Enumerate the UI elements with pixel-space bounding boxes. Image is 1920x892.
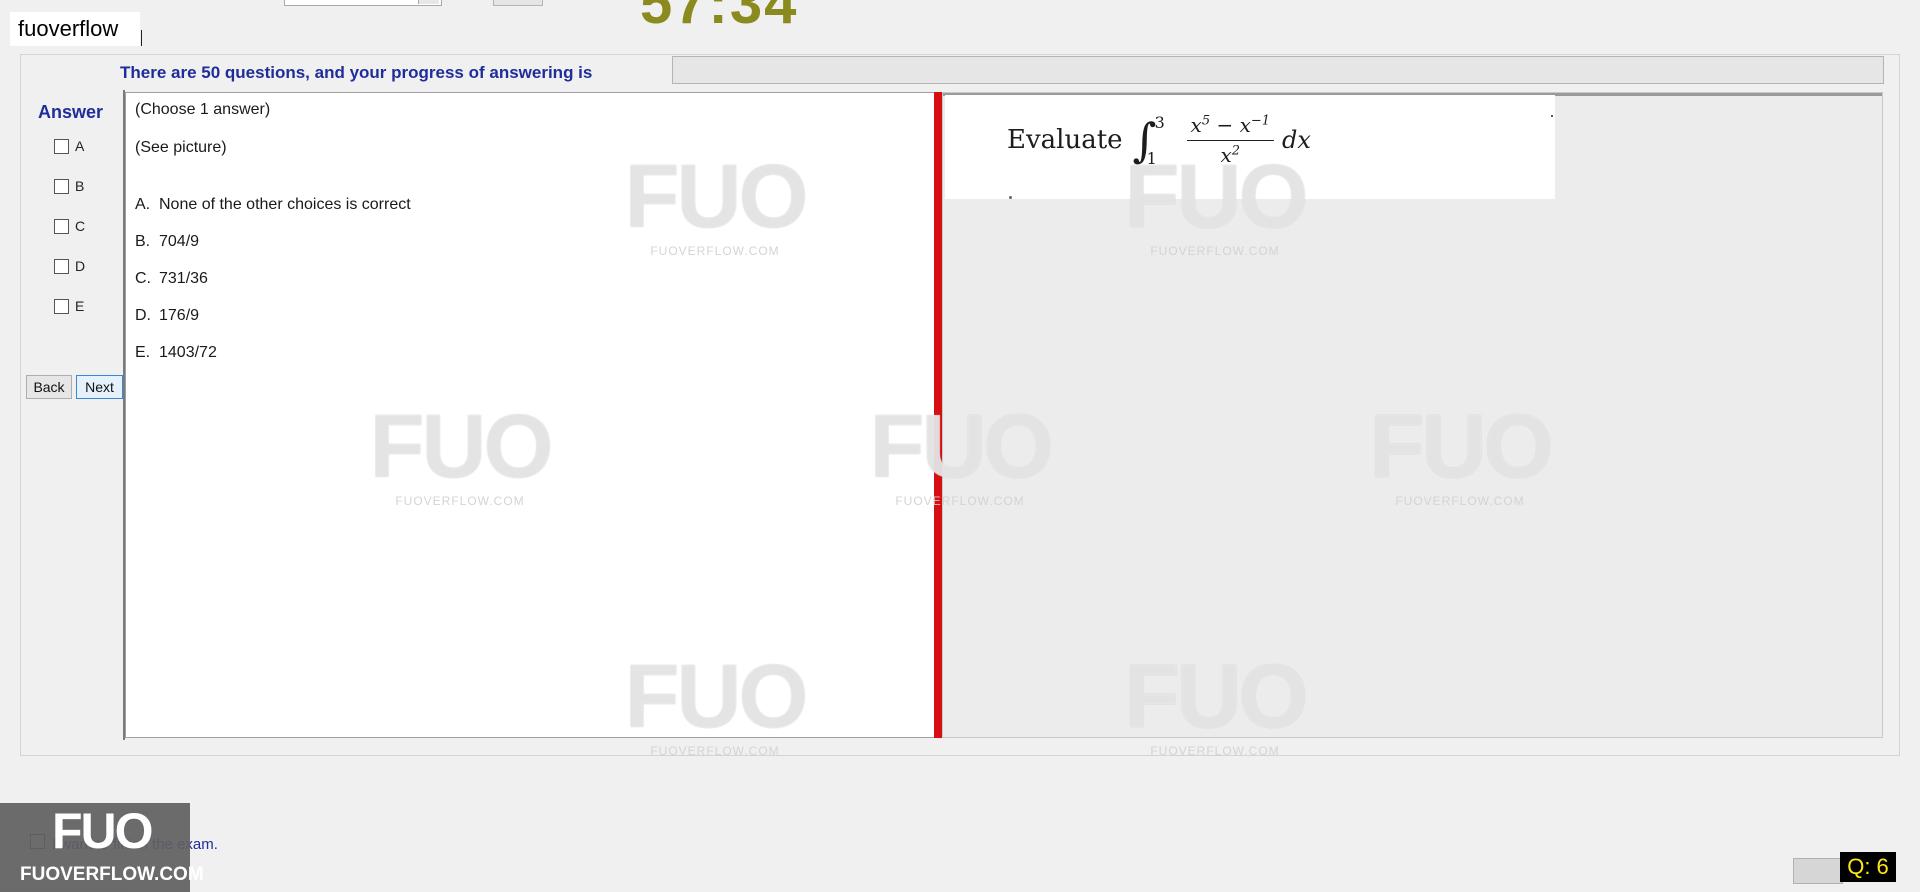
next-button[interactable]: Next	[76, 375, 123, 399]
checkbox[interactable]	[54, 178, 69, 194]
differential: dx	[1282, 126, 1311, 154]
option-letter: E.	[135, 344, 151, 361]
top-combobox-dropdown[interactable]	[418, 0, 439, 4]
checkbox[interactable]	[54, 218, 69, 234]
option-letter: D.	[135, 307, 151, 324]
picture-artifact	[1551, 115, 1553, 117]
back-button[interactable]: Back	[26, 375, 72, 399]
integral-sign-icon: ∫ 3 1	[1132, 113, 1165, 168]
option-text: None of the other choices is correct	[159, 196, 411, 213]
question-option-c: C. 731/36	[135, 270, 208, 288]
answer-choice-b[interactable]: B	[54, 178, 84, 194]
answer-choice-label: A	[75, 138, 85, 154]
answer-choice-c[interactable]: C	[54, 218, 85, 234]
logo-text: FUOVERFLOW.COM	[20, 864, 204, 885]
logo-mark: FUO	[52, 803, 154, 859]
option-letter: C.	[135, 270, 151, 287]
brand-label: fuoverflow	[10, 12, 140, 46]
answer-choice-label: B	[75, 178, 85, 194]
progress-bar	[672, 56, 1884, 84]
checkbox[interactable]	[54, 258, 69, 274]
question-instruction: (Choose 1 answer)	[135, 101, 271, 118]
answer-choice-label: C	[75, 218, 86, 234]
answer-choice-e[interactable]: E	[54, 298, 84, 314]
formula-word: Evaluate	[1007, 125, 1123, 155]
option-text: 1403/72	[159, 344, 217, 361]
answer-choice-a[interactable]: A	[54, 138, 84, 154]
question-option-a: A. None of the other choices is correct	[135, 196, 411, 214]
question-picture: Evaluate ∫ 3 1 x5 − x−1 x2 dx	[945, 95, 1555, 199]
panel-splitter[interactable]	[934, 92, 942, 738]
fraction-denominator: x2	[1220, 143, 1241, 167]
answer-choice-label: D	[75, 258, 86, 274]
option-letter: B.	[135, 233, 151, 250]
upper-limit: 3	[1154, 113, 1165, 132]
fraction-numerator: x5 − x−1	[1186, 113, 1275, 141]
progress-caption: There are 50 questions, and your progres…	[120, 63, 593, 82]
question-note: (See picture)	[135, 139, 227, 156]
answer-choice-label: E	[75, 298, 85, 314]
answer-choice-d[interactable]: D	[54, 258, 85, 274]
question-option-d: D. 176/9	[135, 307, 199, 325]
text-cursor	[141, 30, 142, 46]
option-text: 176/9	[159, 307, 200, 324]
checkbox[interactable]	[54, 138, 69, 154]
fraction: x5 − x−1 x2	[1186, 113, 1275, 167]
question-option-e: E. 1403/72	[135, 344, 217, 362]
question-panel[interactable]: (Choose 1 answer) (See picture) A. None o…	[123, 90, 935, 740]
question-counter: Q: 6	[1840, 852, 1896, 882]
option-text: 704/9	[159, 233, 200, 250]
option-letter: A.	[135, 196, 151, 213]
lower-limit: 1	[1146, 149, 1157, 168]
countdown-timer: 57:34	[640, 0, 799, 36]
top-small-button[interactable]	[493, 0, 543, 6]
question-option-b: B. 704/9	[135, 233, 199, 251]
integral-formula: Evaluate ∫ 3 1 x5 − x−1 x2 dx	[1007, 113, 1311, 167]
top-toolbar-strip	[0, 0, 1920, 10]
question-nav-button[interactable]	[1793, 858, 1843, 884]
checkbox[interactable]	[54, 298, 69, 314]
picture-artifact	[1009, 196, 1012, 199]
option-text: 731/36	[159, 270, 208, 287]
answer-title: Answer	[38, 102, 104, 122]
